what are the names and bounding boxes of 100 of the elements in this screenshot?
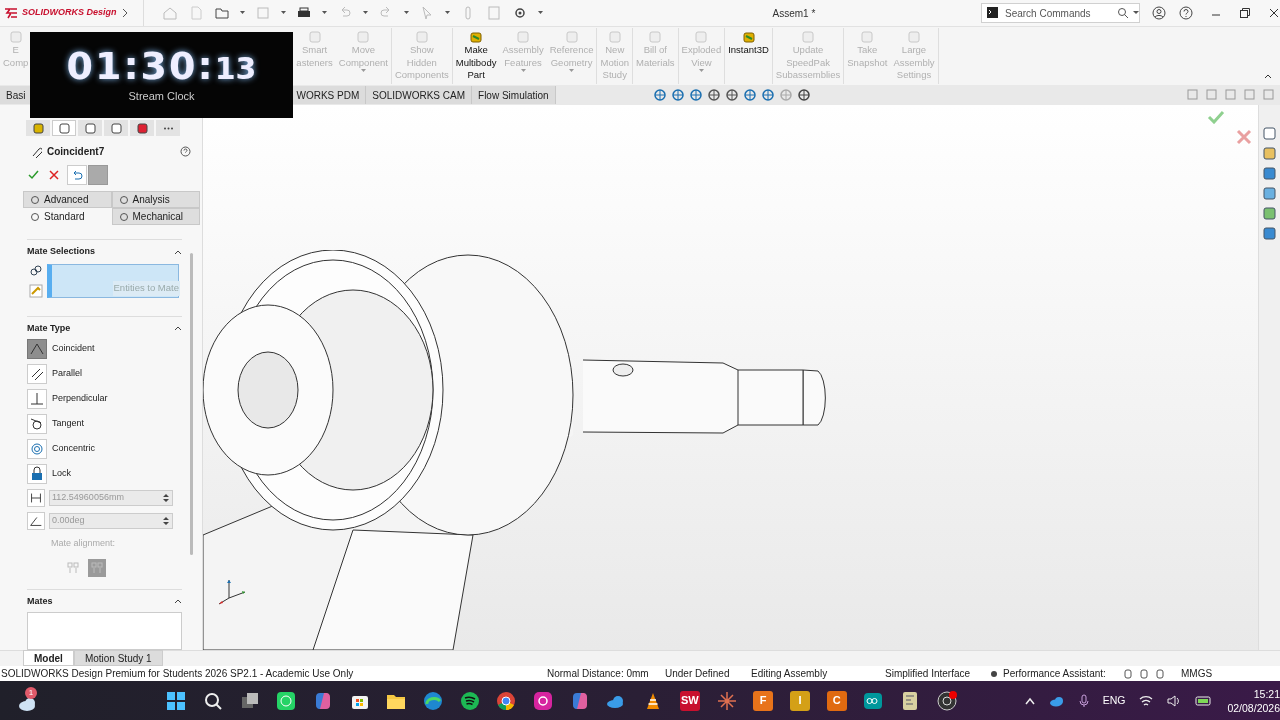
mate-tab[interactable]: Analysis — [111, 191, 200, 208]
wifi-icon[interactable] — [1139, 694, 1154, 707]
search-icon[interactable] — [202, 690, 223, 711]
toolbar-command[interactable]: Bill of Materials — [633, 28, 678, 84]
tab-icon — [118, 194, 129, 205]
mate-tab[interactable]: Mechanical — [111, 208, 200, 225]
toolbar-command[interactable]: Assembly Features — [499, 28, 547, 84]
cloud-icon[interactable] — [1048, 694, 1065, 707]
units-text: MMGS — [1181, 667, 1214, 681]
ribbon-tab[interactable]: WORKS PDM — [290, 86, 367, 104]
start-icon[interactable] — [166, 690, 187, 711]
account-icon[interactable] — [1152, 6, 1166, 20]
alignment-icon — [67, 561, 79, 574]
panel-tab[interactable] — [26, 120, 50, 136]
undo-button[interactable] — [67, 165, 87, 185]
mate-tab[interactable]: Advanced — [23, 191, 112, 208]
caret-icon[interactable] — [239, 11, 245, 15]
app-tile-icon[interactable]: SW — [679, 690, 700, 711]
collapse-icon[interactable] — [174, 248, 182, 255]
camera-icon[interactable] — [533, 690, 554, 711]
tab-icon — [30, 211, 40, 222]
toolbar-command[interactable]: Update SpeedPak Subassemblies — [772, 28, 844, 84]
toolbar-command[interactable]: Take Snapshot — [844, 28, 891, 84]
selection-icon[interactable] — [29, 283, 43, 298]
toolbar-command[interactable]: Smart asteners — [293, 28, 336, 84]
ribbon-tab[interactable]: SOLIDWORKS CAM — [366, 86, 473, 104]
assistant-icon[interactable] — [989, 668, 999, 679]
browser-icon[interactable] — [423, 690, 444, 711]
search-field[interactable]: Search Commands — [1005, 5, 1115, 21]
caret-icon[interactable] — [362, 11, 368, 15]
mate-type-icon — [28, 390, 46, 408]
command-icon — [648, 30, 663, 44]
app-tile-icon[interactable]: C — [826, 690, 847, 711]
option-label: Coincident — [52, 342, 95, 356]
toolbar-command[interactable]: New Motion Study — [597, 28, 632, 84]
panel-tab[interactable] — [130, 120, 154, 136]
collapse-icon[interactable] — [174, 325, 182, 332]
alignment-button[interactable] — [88, 558, 106, 577]
command-icon — [694, 30, 709, 44]
open-folder-icon[interactable] — [213, 5, 230, 21]
help-icon[interactable] — [180, 146, 191, 157]
music-icon[interactable] — [459, 690, 480, 711]
ok-icon[interactable] — [27, 169, 39, 181]
caret-icon[interactable] — [280, 11, 286, 15]
swirl-icon[interactable] — [313, 690, 333, 711]
infinity-icon[interactable] — [863, 690, 884, 711]
volume-icon[interactable] — [1167, 694, 1182, 707]
scrollbar[interactable] — [190, 253, 193, 555]
panel-tab[interactable] — [78, 120, 102, 136]
mate-type-button[interactable] — [27, 414, 47, 434]
windows-icon[interactable] — [239, 690, 260, 711]
clock[interactable]: 15:21 02/08/2026 — [1227, 686, 1280, 715]
record-icon[interactable] — [936, 690, 957, 711]
caret-icon[interactable] — [444, 11, 450, 15]
mate-type-button[interactable] — [27, 364, 47, 384]
app-tile-icon[interactable]: I — [789, 690, 810, 711]
caret-icon[interactable] — [537, 11, 543, 15]
panel-title: Coincident7 — [47, 145, 106, 159]
cancel-icon[interactable] — [49, 170, 59, 180]
battery-icon[interactable] — [1195, 695, 1214, 706]
caret-icon[interactable] — [403, 11, 409, 15]
command-icon — [516, 30, 531, 44]
language-indicator[interactable]: ENG — [1102, 692, 1126, 709]
hint-text: Entities to Mate — [112, 281, 180, 296]
ribbon-tab[interactable]: Flow Simulation — [472, 86, 556, 104]
model-tab[interactable]: Model — [23, 650, 74, 666]
collapse-icon[interactable] — [1264, 73, 1272, 79]
panel-tab[interactable] — [104, 120, 128, 136]
chevron-up-icon[interactable] — [1024, 696, 1035, 705]
circuit-board-icon[interactable] — [900, 690, 920, 711]
section-title: Mate Selections — [27, 245, 97, 258]
toolbar-command[interactable]: Make Multibody Part — [452, 28, 500, 84]
ribbon-tab[interactable]: Basi — [0, 86, 33, 104]
collapse-icon[interactable] — [174, 598, 182, 605]
caret-icon[interactable] — [1133, 11, 1139, 15]
clock-time: 01:30:13 — [66, 45, 257, 86]
toolbar-command[interactable]: E Comp — [0, 28, 32, 84]
starburst-icon[interactable] — [716, 690, 737, 711]
browser-icon[interactable] — [496, 690, 517, 711]
toolbar-command[interactable]: Reference Geometry — [546, 28, 597, 84]
panel-tab[interactable] — [52, 120, 76, 136]
toolbar-command[interactable]: Exploded View — [678, 28, 725, 84]
selection-list-field[interactable]: Entities to Mate — [47, 263, 179, 298]
option-label: Perpendicular — [52, 392, 108, 406]
option-label: Parallel — [52, 367, 82, 381]
toolbar-command[interactable]: Instant3D — [725, 28, 772, 84]
search-bar[interactable]: Search Commands — [981, 3, 1140, 23]
window-title: Assem1 * — [772, 6, 817, 21]
toolbar-command[interactable]: Show Hidden Components — [391, 28, 452, 84]
command-icon — [564, 30, 579, 44]
toolbar-command[interactable]: Large Assembly Settings — [890, 28, 938, 84]
help-icon[interactable] — [1179, 6, 1193, 20]
chat-icon[interactable] — [276, 690, 297, 711]
command-icon — [860, 30, 875, 44]
model-tab[interactable]: Motion Study 1 — [73, 650, 163, 666]
toolbar-command[interactable]: Move Component — [335, 28, 391, 84]
app-tile-icon[interactable]: F — [753, 690, 774, 711]
command-icon — [8, 30, 23, 44]
microphone-icon[interactable] — [1078, 693, 1089, 708]
caret-icon[interactable] — [321, 11, 327, 15]
